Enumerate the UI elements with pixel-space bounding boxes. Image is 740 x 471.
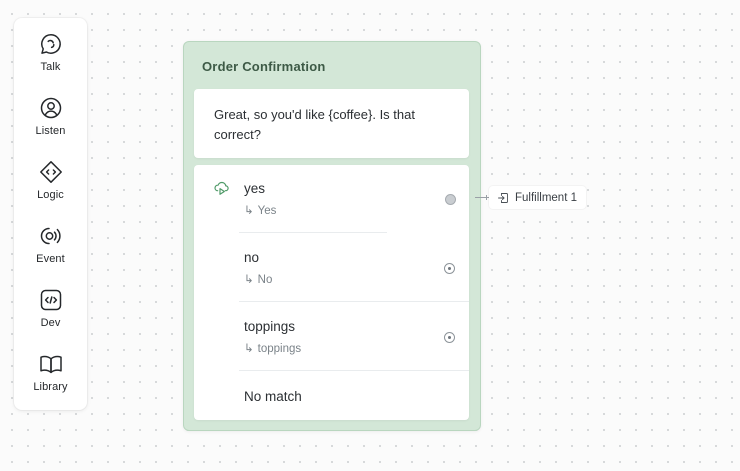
tool-logic[interactable]: Logic	[14, 160, 87, 216]
path-intent: ↳ toppings	[244, 341, 301, 355]
library-icon	[39, 355, 62, 374]
event-icon	[40, 227, 61, 245]
path-intent-label: Yes	[257, 205, 277, 217]
tool-dev-label: Dev	[40, 317, 61, 329]
tool-library[interactable]: Library	[14, 352, 87, 408]
tool-talk[interactable]: Talk	[14, 32, 87, 88]
talk-icon	[40, 34, 61, 54]
subpath-arrow-icon: ↳	[244, 205, 254, 217]
connection-line-end	[486, 195, 487, 200]
subpath-arrow-icon: ↳	[244, 274, 254, 286]
tool-logic-label: Logic	[37, 189, 64, 201]
path-name[interactable]: yes	[244, 181, 265, 196]
tool-talk-label: Talk	[40, 61, 61, 73]
no-match-label[interactable]: No match	[244, 389, 302, 404]
divider	[239, 370, 469, 371]
path-port[interactable]	[444, 263, 455, 274]
path-intent-label: No	[257, 274, 273, 286]
choice-path-no[interactable]: no ↳ No	[194, 234, 469, 303]
subpath-arrow-icon: ↳	[244, 343, 254, 355]
path-intent: ↳ Yes	[244, 203, 276, 217]
tool-listen[interactable]: Listen	[14, 96, 87, 152]
tool-library-label: Library	[33, 381, 68, 393]
logic-icon	[39, 161, 62, 183]
tool-event[interactable]: Event	[14, 224, 87, 280]
tool-palette: Talk Listen Logic Event Dev Library	[14, 18, 87, 410]
path-name[interactable]: toppings	[244, 319, 295, 334]
divider	[239, 301, 469, 302]
path-intent: ↳ No	[244, 272, 272, 286]
go-to-block-icon	[498, 192, 508, 203]
path-name[interactable]: no	[244, 250, 259, 265]
listen-icon	[40, 97, 61, 119]
block-title[interactable]: Order Confirmation	[202, 59, 326, 74]
divider	[239, 232, 387, 233]
choice-path-yes[interactable]: yes ↳ Yes	[194, 165, 469, 234]
target-block-label: Fulfillment 1	[515, 191, 577, 204]
order-confirmation-block[interactable]: Order Confirmation Great, so you'd like …	[183, 41, 481, 431]
path-port-connected[interactable]	[445, 194, 456, 205]
speak-step[interactable]: Great, so you'd like {coffee}. Is that c…	[194, 89, 469, 158]
target-block-fulfillment-1[interactable]: Fulfillment 1	[489, 186, 586, 209]
tool-listen-label: Listen	[35, 125, 66, 137]
path-port[interactable]	[444, 332, 455, 343]
tool-event-label: Event	[36, 253, 65, 265]
path-intent-label: toppings	[257, 343, 302, 355]
choice-path-toppings[interactable]: toppings ↳ toppings	[194, 303, 469, 372]
choice-path-no-match[interactable]: No match	[194, 372, 469, 420]
dev-icon	[40, 289, 61, 311]
speak-text: Great, so you'd like {coffee}. Is that c…	[214, 107, 415, 142]
choice-step[interactable]: yes ↳ Yes no ↳ No toppings ↳ toppings No ma…	[194, 165, 469, 420]
tool-dev[interactable]: Dev	[14, 288, 87, 344]
